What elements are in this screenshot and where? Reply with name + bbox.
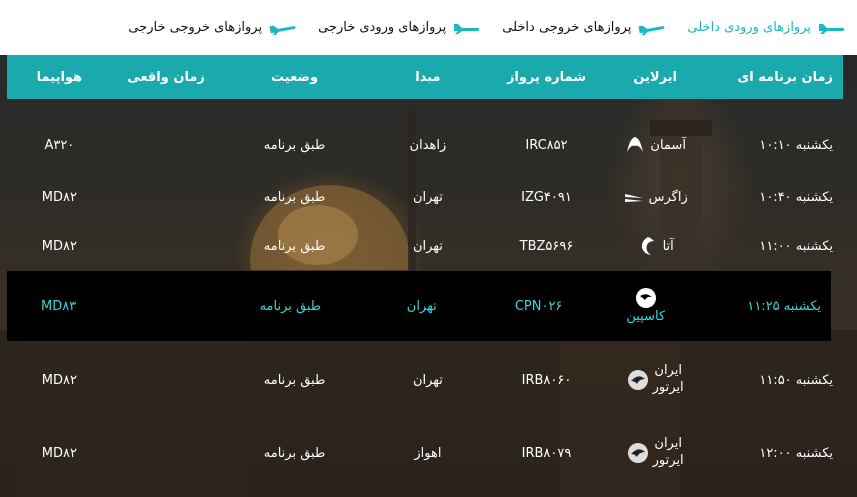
scheduled-time: یکشنبه ۱۰:۴۰ xyxy=(759,189,833,205)
aircraft: A۳۲۰ xyxy=(44,137,75,153)
aircraft: MD۸۲ xyxy=(41,238,77,254)
aircraft: MD۸۲ xyxy=(41,445,77,461)
iran-airtour-logo-icon xyxy=(627,443,648,463)
iran-airtour-logo-icon xyxy=(627,370,648,390)
tab-domestic-departures[interactable]: پروازهای خروجی داخلی xyxy=(492,20,677,35)
table-row-highlighted: یکشنبه ۱۱:۲۵ کاسپین CPN۰۲۶ تهران طبق برن… xyxy=(7,271,831,341)
airline-name: ایران xyxy=(654,363,682,379)
column-header-flight-number: شماره پرواز xyxy=(506,69,587,85)
airline-name: ایران xyxy=(654,436,682,452)
airline-name-line2: ایرتور xyxy=(652,453,684,468)
flight-number: IZG۴۰۹۱ xyxy=(521,189,572,205)
tab-label: پروازهای خروجی داخلی xyxy=(502,20,632,35)
flight-number: IRB۸۰۶۰ xyxy=(521,372,572,388)
airline-cell: آتا xyxy=(606,235,705,257)
flight-number: IRB۸۰۷۹ xyxy=(521,445,572,461)
caspian-logo-icon xyxy=(635,287,656,308)
tab-label: پروازهای خروجی خارجی xyxy=(128,20,263,35)
airline-cell: آسمان xyxy=(606,134,705,156)
column-header-scheduled-time: زمان برنامه ای xyxy=(737,69,833,85)
airplane-icon xyxy=(454,23,480,34)
origin: زاهدان xyxy=(409,137,447,153)
column-header-status: وضعیت xyxy=(271,69,319,85)
airplane-icon xyxy=(269,25,296,35)
origin: تهران xyxy=(412,238,443,254)
table-row: یکشنبه ۱۲:۰۰ ایران ایرتور IRB۸۰۷۹ اهواز … xyxy=(7,428,843,478)
flight-number: CPN۰۲۶ xyxy=(514,298,563,314)
flight-number: IRC۸۵۲ xyxy=(525,137,568,153)
airline-cell: ایران ایرتور xyxy=(606,363,705,397)
origin: تهران xyxy=(412,189,443,205)
airline-name: زاگرس xyxy=(648,189,688,205)
scheduled-time: یکشنبه ۱۱:۰۰ xyxy=(759,238,833,254)
airline-cell: کاسپین xyxy=(597,287,694,326)
tab-international-arrivals[interactable]: پروازهای ورودی خارجی xyxy=(308,20,492,35)
airplane-icon xyxy=(819,23,845,34)
airline-name: آتا xyxy=(662,238,674,254)
scheduled-time: یکشنبه ۱۰:۱۰ xyxy=(759,137,833,153)
aircraft: MD۸۳ xyxy=(41,298,77,314)
aircraft: MD۸۲ xyxy=(41,372,77,388)
table-header: زمان برنامه ای ایرلاین شماره پرواز مبدا … xyxy=(7,55,843,99)
ata-logo-icon xyxy=(641,237,654,255)
table-row: یکشنبه ۱۱:۵۰ ایران ایرتور IRB۸۰۶۰ تهران … xyxy=(7,355,843,405)
status: طبق برنامه xyxy=(263,137,326,153)
scheduled-time: یکشنبه ۱۲:۰۰ xyxy=(759,445,833,461)
status: طبق برنامه xyxy=(263,372,326,388)
table-row: یکشنبه ۱۱:۰۰ آتا TBZ۵۶۹۶ تهران طبق برنام… xyxy=(7,226,843,266)
origin: تهران xyxy=(406,298,437,314)
airplane-icon xyxy=(638,25,665,35)
status: طبق برنامه xyxy=(259,298,322,314)
column-header-aircraft: هواپیما xyxy=(36,69,83,85)
table-row: یکشنبه ۱۰:۴۰ زاگرس IZG۴۰۹۱ تهران طبق برن… xyxy=(7,177,843,217)
origin: تهران xyxy=(412,372,443,388)
column-header-actual-time: زمان واقعی xyxy=(127,69,205,85)
status: طبق برنامه xyxy=(263,445,326,461)
aircraft: MD۸۲ xyxy=(41,189,77,205)
airline-name: آسمان xyxy=(650,137,686,153)
origin: اهواز xyxy=(414,445,442,461)
tab-label: پروازهای ورودی داخلی xyxy=(687,20,811,35)
tab-label: پروازهای ورودی خارجی xyxy=(318,20,447,35)
zagros-logo-icon xyxy=(624,194,643,202)
airline-cell: زاگرس xyxy=(606,186,705,208)
tab-domestic-arrivals[interactable]: پروازهای ورودی داخلی xyxy=(677,20,857,35)
tab-international-departures[interactable]: پروازهای خروجی خارجی xyxy=(118,20,308,35)
status: طبق برنامه xyxy=(263,238,326,254)
airline-name: کاسپین xyxy=(626,308,666,324)
flight-number: TBZ۵۶۹۶ xyxy=(519,238,574,254)
status: طبق برنامه xyxy=(263,189,326,205)
table-row: یکشنبه ۱۰:۱۰ آسمان IRC۸۵۲ زاهدان طبق برن… xyxy=(7,125,843,165)
flight-type-tabs: پروازهای ورودی داخلی پروازهای خروجی داخل… xyxy=(0,0,857,55)
airline-name-line2: ایرتور xyxy=(652,380,684,395)
scheduled-time: یکشنبه ۱۱:۲۵ xyxy=(747,298,821,314)
scheduled-time: یکشنبه ۱۱:۵۰ xyxy=(759,372,833,388)
airline-cell: ایران ایرتور xyxy=(606,436,705,470)
column-header-origin: مبدا xyxy=(415,69,441,85)
column-header-airline: ایرلاین xyxy=(633,69,678,85)
aseman-logo-icon xyxy=(627,137,644,152)
